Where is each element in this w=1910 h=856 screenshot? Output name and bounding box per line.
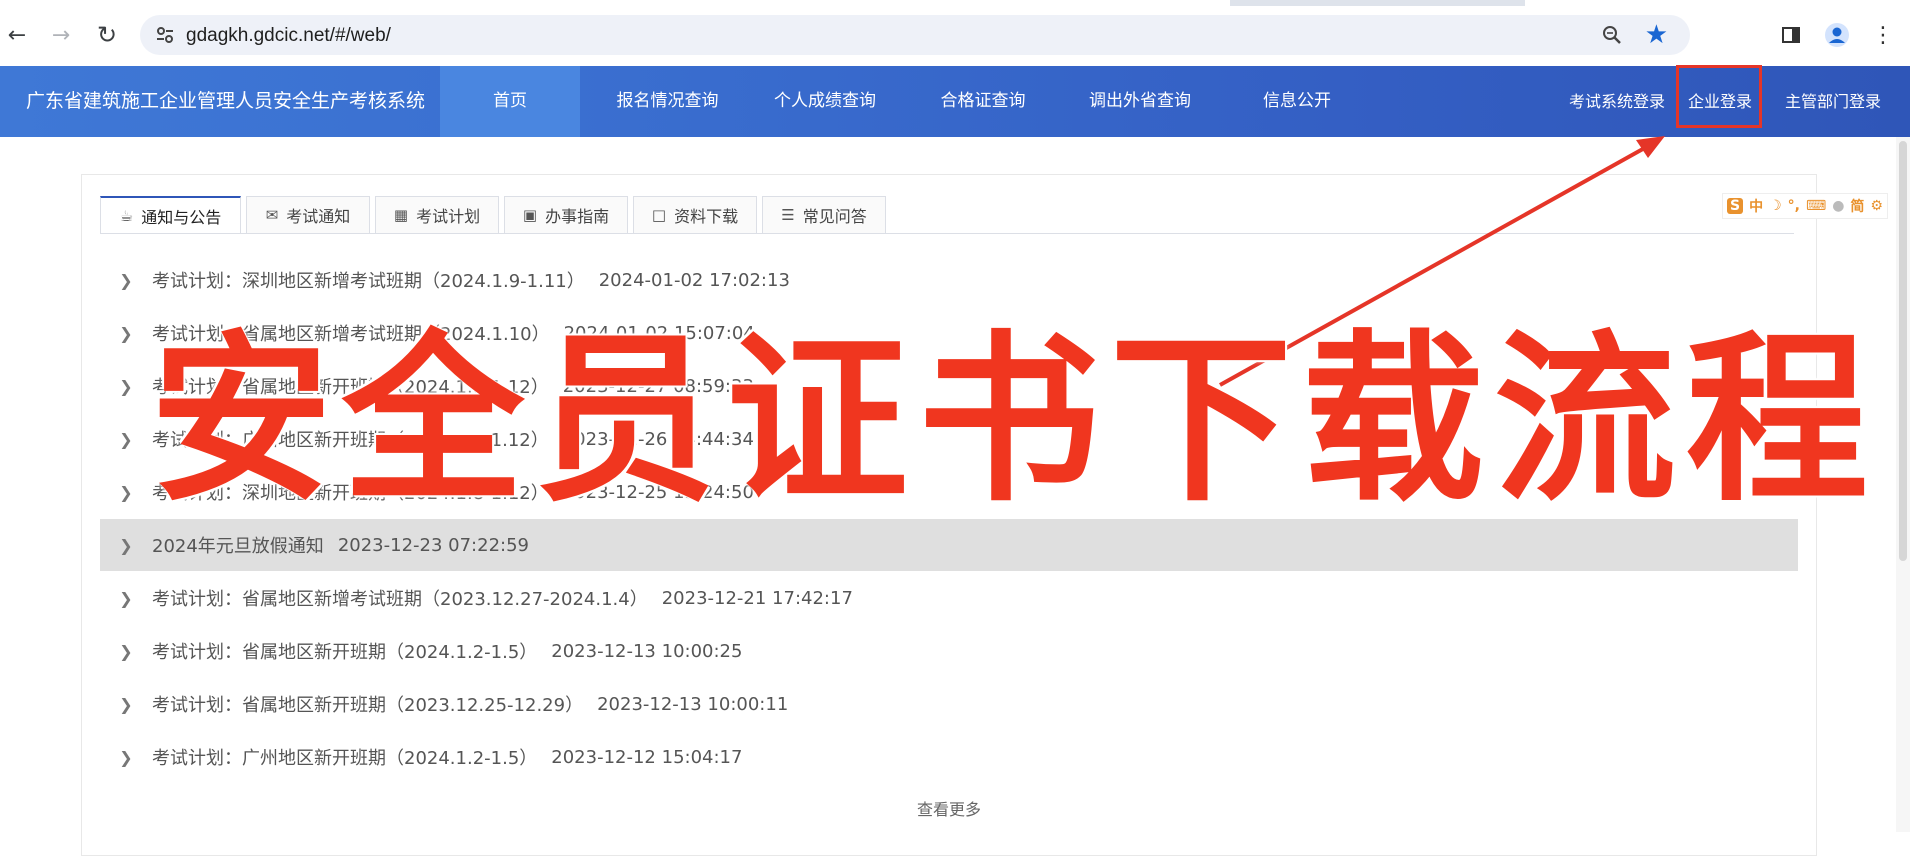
forward-icon[interactable]: → <box>46 20 76 50</box>
chevron-right-icon: ❯ <box>119 323 133 343</box>
notice-row[interactable]: ❯ 考试计划：省属地区新开班期（2023.12.25-12.29） 2023-1… <box>100 678 1798 730</box>
notice-time: 2023-12-13 10:00:11 <box>597 693 789 715</box>
ime-chinese-mode[interactable]: 中 <box>1749 196 1763 216</box>
side-panel-icon[interactable] <box>1776 20 1806 50</box>
chevron-right-icon: ❯ <box>119 641 133 661</box>
tab-downloads[interactable]: □ 资料下载 <box>633 196 757 233</box>
back-icon[interactable]: ← <box>2 20 32 50</box>
bookmark-star-icon[interactable]: ★ <box>1645 21 1668 49</box>
url-text[interactable]: gdagkh.gdcic.net/#/web/ <box>186 25 391 47</box>
gear-icon[interactable]: ⚙ <box>1870 198 1883 214</box>
tab-label: 通知与公告 <box>141 207 222 227</box>
tab-guide[interactable]: ▣ 办事指南 <box>504 196 628 233</box>
notice-time: 2023-12-12 15:04:17 <box>551 746 743 768</box>
ime-toolbar[interactable]: S 中 ☽ °, ⌨ ● 简 ⚙ <box>1722 193 1888 219</box>
nav-public-info[interactable]: 信息公开 <box>1222 66 1372 137</box>
chevron-right-icon: ❯ <box>119 747 133 767</box>
nav-registration-query[interactable]: 报名情况查询 <box>590 66 745 137</box>
ime-logo-icon[interactable]: S <box>1727 198 1744 214</box>
tab-label: 资料下载 <box>674 207 739 226</box>
nav-home[interactable]: 首页 <box>440 66 580 137</box>
notice-title: 考试计划：省属地区新开班期（2024.1.2-1.5） <box>152 642 538 663</box>
nav-certificate-query[interactable]: 合格证查询 <box>908 66 1058 137</box>
grid-icon: ▣ <box>522 206 538 224</box>
authority-login[interactable]: 主管部门登录 <box>1778 66 1888 137</box>
notice-row[interactable]: ❯ 考试计划：省属地区新开班期（2024.1.2-1.5） 2023-12-13… <box>100 625 1798 677</box>
profile-avatar-icon[interactable] <box>1822 20 1852 50</box>
user-icon[interactable]: ● <box>1832 198 1844 214</box>
notice-time: 2024-01-02 17:02:13 <box>598 269 790 291</box>
ime-simplified-mode[interactable]: 简 <box>1850 196 1864 216</box>
site-header: 广东省建筑施工企业管理人员安全生产考核系统 首页 报名情况查询 个人成绩查询 合… <box>0 66 1910 137</box>
tab-label: 考试通知 <box>286 207 351 226</box>
megaphone-icon: ✉ <box>265 206 279 224</box>
tab-divider <box>100 233 1794 234</box>
overlay-caption: 安全员证书下载流程 <box>150 314 1878 526</box>
chevron-right-icon: ❯ <box>119 694 133 714</box>
notice-row[interactable]: ❯ 考试计划：省属地区新增考试班期（2023.12.27-2024.1.4） 2… <box>100 572 1798 624</box>
tab-faq[interactable]: ☰ 常见问答 <box>762 196 886 233</box>
zoom-icon[interactable] <box>1600 23 1624 47</box>
notice-time: 2023-12-13 10:00:25 <box>551 640 743 662</box>
browser-toolbar: ← → ↻ gdagkh.gdcic.net/#/web/ ★ ⋮ <box>0 0 1910 67</box>
highlight-box <box>1676 65 1762 128</box>
chevron-right-icon: ❯ <box>119 270 133 290</box>
notice-row[interactable]: ❯ 考试计划：深圳地区新增考试班期（2024.1.9-1.11） 2024-01… <box>100 254 1798 306</box>
chevron-right-icon: ❯ <box>119 535 133 555</box>
notice-title: 考试计划：省属地区新增考试班期（2023.12.27-2024.1.4） <box>152 589 648 610</box>
keyboard-icon[interactable]: ⌨ <box>1806 198 1826 214</box>
notice-row[interactable]: ❯ 考试计划：广州地区新开班期（2024.1.2-1.5） 2023-12-12… <box>100 731 1798 783</box>
reload-icon[interactable]: ↻ <box>92 20 122 50</box>
scrollbar-thumb[interactable] <box>1899 141 1907 561</box>
address-bar[interactable]: gdagkh.gdcic.net/#/web/ ★ <box>140 15 1690 55</box>
tab-exam-notice[interactable]: ✉ 考试通知 <box>246 196 370 233</box>
punctuation-icon[interactable]: °, <box>1788 198 1800 214</box>
notice-title: 考试计划：深圳地区新增考试班期（2024.1.9-1.11） <box>152 271 585 292</box>
list-icon: ☰ <box>781 206 795 224</box>
site-title: 广东省建筑施工企业管理人员安全生产考核系统 <box>26 90 426 112</box>
tab-label: 常见问答 <box>802 207 867 226</box>
site-settings-icon[interactable] <box>154 24 176 46</box>
chevron-right-icon: ❯ <box>119 376 133 396</box>
nav-transfer-query[interactable]: 调出外省查询 <box>1065 66 1215 137</box>
notice-title: 考试计划：省属地区新开班期（2023.12.25-12.29） <box>152 695 584 716</box>
document-icon: □ <box>651 206 667 224</box>
tab-notices[interactable]: ☕ 通知与公告 <box>100 196 241 233</box>
exam-system-login[interactable]: 考试系统登录 <box>1562 66 1672 137</box>
chevron-right-icon: ❯ <box>119 429 133 449</box>
calendar-icon: ▦ <box>393 206 409 224</box>
notice-title: 考试计划：广州地区新开班期（2024.1.2-1.5） <box>152 748 538 769</box>
tab-exam-plan[interactable]: ▦ 考试计划 <box>375 196 499 233</box>
bell-icon: ☕ <box>119 206 134 225</box>
more-menu-icon[interactable]: ⋮ <box>1868 20 1898 50</box>
chevron-right-icon: ❯ <box>119 588 133 608</box>
notice-row[interactable]: ❯ 2024年元旦放假通知 2023-12-23 07:22:59 <box>100 519 1798 571</box>
notice-time: 2023-12-23 07:22:59 <box>337 534 529 556</box>
tab-label: 考试计划 <box>416 207 481 226</box>
tab-label: 办事指南 <box>545 207 610 226</box>
page-scrollbar[interactable] <box>1896 137 1910 832</box>
moon-icon[interactable]: ☽ <box>1769 198 1782 214</box>
notice-title: 2024年元旦放假通知 <box>152 536 324 557</box>
notice-time: 2023-12-21 17:42:17 <box>661 587 853 609</box>
chevron-right-icon: ❯ <box>119 482 133 502</box>
tab-strip <box>0 0 1910 6</box>
view-more-link[interactable]: 查看更多 <box>82 796 1816 820</box>
nav-score-query[interactable]: 个人成绩查询 <box>750 66 900 137</box>
